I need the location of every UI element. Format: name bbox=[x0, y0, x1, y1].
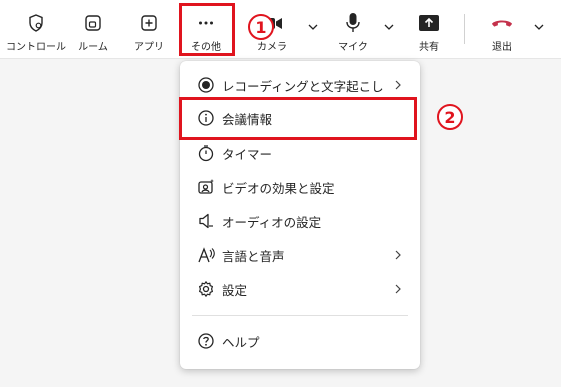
menu-item-label: ヘルプ bbox=[222, 334, 260, 350]
mic-label: マイク bbox=[338, 42, 368, 53]
step-1-number: 1 bbox=[255, 17, 267, 37]
leave-label: 退出 bbox=[492, 42, 512, 53]
more-button-highlight bbox=[179, 3, 235, 56]
chevron-right-icon bbox=[395, 250, 401, 260]
menu-item-label: ビデオの効果と設定 bbox=[222, 180, 335, 196]
room-button[interactable]: ルーム bbox=[66, 0, 120, 58]
chevron-right-icon bbox=[395, 284, 401, 294]
step-1-callout: 1 bbox=[248, 14, 274, 40]
share-icon bbox=[418, 12, 440, 34]
menu-item-label: オーディオの設定 bbox=[222, 214, 322, 230]
menu-item-timer[interactable]: タイマー bbox=[180, 136, 420, 170]
menu-item-label: 言語と音声 bbox=[222, 248, 285, 264]
menu-item-language-speech[interactable]: 言語と音声 bbox=[180, 238, 420, 272]
apps-button[interactable]: アプリ bbox=[122, 0, 176, 58]
microphone-icon bbox=[342, 12, 364, 34]
share-button[interactable]: 共有 bbox=[406, 0, 452, 58]
gear-icon bbox=[196, 279, 216, 299]
menu-item-label: タイマー bbox=[222, 146, 273, 162]
step-2-callout: 2 bbox=[437, 104, 463, 130]
leave-button[interactable]: 退出 bbox=[478, 0, 526, 58]
hang-up-icon bbox=[491, 12, 513, 34]
language-icon bbox=[196, 245, 216, 265]
controls-label: コントロール bbox=[6, 42, 66, 53]
speaker-icon bbox=[196, 211, 216, 231]
add-app-icon bbox=[138, 12, 160, 34]
shield-gear-icon bbox=[25, 12, 47, 34]
mic-options-chevron-icon[interactable] bbox=[382, 20, 396, 34]
controls-button[interactable]: コントロール bbox=[6, 0, 66, 58]
room-icon bbox=[82, 12, 104, 34]
video-effects-icon bbox=[196, 177, 216, 197]
menu-item-help[interactable]: ヘルプ bbox=[180, 324, 420, 358]
meeting-toolbar: コントロール ルーム アプリ その他 カメラ マイク 共有 退出 bbox=[0, 0, 561, 59]
menu-item-video-effects[interactable]: ビデオの効果と設定 bbox=[180, 170, 420, 204]
leave-options-chevron-icon[interactable] bbox=[532, 20, 546, 34]
mic-button[interactable]: マイク bbox=[330, 0, 376, 58]
menu-item-label: レコーディングと文字起こし bbox=[222, 78, 384, 94]
camera-label: カメラ bbox=[257, 42, 287, 53]
menu-divider bbox=[192, 315, 408, 316]
help-icon bbox=[196, 331, 216, 351]
share-label: 共有 bbox=[419, 42, 439, 53]
chevron-right-icon bbox=[395, 80, 401, 90]
timer-icon bbox=[196, 143, 216, 163]
room-label: ルーム bbox=[78, 42, 108, 53]
toolbar-divider bbox=[464, 14, 465, 44]
menu-item-settings[interactable]: 設定 bbox=[180, 272, 420, 306]
record-icon bbox=[196, 75, 216, 95]
camera-options-chevron-icon[interactable] bbox=[306, 20, 320, 34]
meeting-info-highlight bbox=[179, 97, 417, 140]
apps-label: アプリ bbox=[134, 42, 164, 53]
menu-item-audio-settings[interactable]: オーディオの設定 bbox=[180, 204, 420, 238]
step-2-number: 2 bbox=[444, 107, 456, 127]
menu-item-label: 設定 bbox=[222, 282, 248, 298]
